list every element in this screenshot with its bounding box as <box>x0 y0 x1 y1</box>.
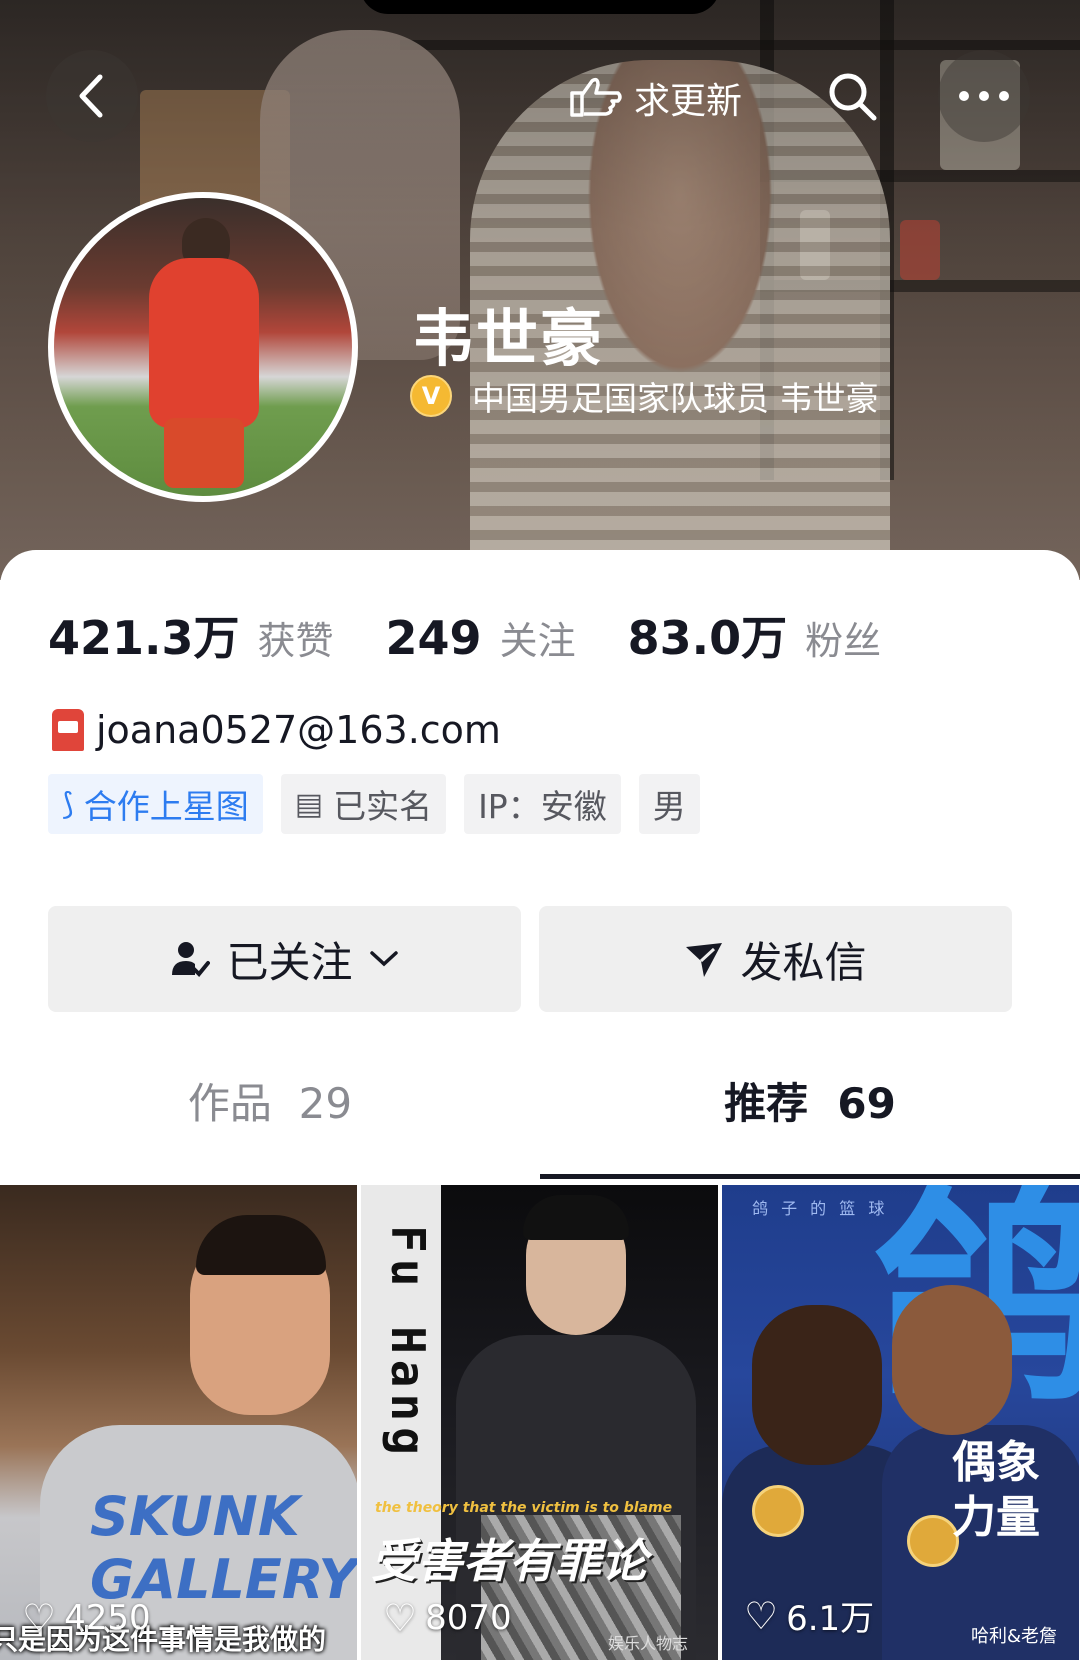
video-top-text: 鸽 子 的 篮 球 <box>752 1199 889 1218</box>
chevron-down-icon <box>369 951 398 967</box>
tab-recommend-count: 69 <box>837 1079 896 1128</box>
video-card[interactable]: Fu Hang the theory that the victim is to… <box>361 1185 718 1660</box>
more-horizontal-icon <box>959 91 1009 101</box>
video-vertical-text: 偶象力量 <box>952 1437 1040 1543</box>
verified-badge-icon: V <box>410 375 452 417</box>
video-grid: SKUNK GALLERY 只是因为这件事情是我做的 ♡ 4250 Fu Han… <box>0 1185 1080 1660</box>
ip-label: IP：安徽 <box>478 787 607 826</box>
heart-icon: ♡ <box>744 1593 779 1638</box>
followers-count[interactable]: 83.0万 <box>628 602 788 668</box>
content-tabs: 作品 29 推荐 69 <box>0 1070 1080 1136</box>
avatar[interactable] <box>48 192 358 502</box>
followed-label: 已关注 <box>226 937 353 987</box>
video-likes: ♡ 6.1万 <box>744 1591 874 1640</box>
more-button[interactable] <box>938 50 1030 142</box>
search-button[interactable] <box>806 50 898 142</box>
video-likes-count: 6.1万 <box>786 1599 875 1639</box>
back-button[interactable] <box>46 50 138 142</box>
video-likes-count: 8070 <box>425 1598 512 1638</box>
mailbox-icon <box>52 709 84 751</box>
video-credit: 哈利&老詹 <box>970 1626 1057 1647</box>
likes-label: 获赞 <box>257 619 334 663</box>
send-icon <box>686 943 723 977</box>
tab-works[interactable]: 作品 29 <box>0 1070 540 1131</box>
tab-works-count: 29 <box>298 1079 353 1128</box>
followed-button[interactable]: 已关注 <box>48 906 521 1012</box>
gender-tag: 男 <box>638 774 700 834</box>
shirt-print-text: SKUNK GALLERY <box>90 1485 357 1611</box>
video-caption: the theory that the victim is to blame <box>375 1500 673 1516</box>
video-card[interactable]: 鸽 子 的 篮 球 鸽 偶象力量 哈利&老詹 ♡ 6.1万 <box>722 1185 1079 1660</box>
chevron-left-icon <box>79 74 103 118</box>
video-likes-count: 4250 <box>64 1598 151 1638</box>
video-likes: ♡ 4250 <box>22 1596 151 1640</box>
action-buttons: 已关注 发私信 <box>48 906 1030 1012</box>
following-count[interactable]: 249 <box>386 611 482 665</box>
real-name-label: 已实名 <box>333 787 433 826</box>
request-update-button[interactable]: 求更新 <box>550 62 760 134</box>
star-map-tag[interactable]: ⟆ 合作上星图 <box>48 774 263 834</box>
profile-tags: ⟆ 合作上星图 ▤ 已实名 IP：安徽 男 <box>48 774 718 834</box>
video-footer: 娱乐人物志 <box>607 1634 688 1653</box>
verification-text: 中国男足国家队球员 韦世豪 <box>472 379 879 418</box>
gender-label: 男 <box>652 787 686 826</box>
following-label[interactable]: 关注 <box>500 610 576 665</box>
email-text: joana0527@163.com <box>96 708 501 752</box>
search-icon <box>829 73 877 121</box>
send-message-button[interactable]: 发私信 <box>539 906 1012 1012</box>
star-map-icon: ⟆ <box>62 786 74 822</box>
verification-line: V 中国男足国家队球员 韦世豪 <box>410 372 879 420</box>
profile-name: 韦世豪 <box>412 302 605 375</box>
video-title: 受害者有罪论 <box>371 1534 647 1588</box>
video-likes: ♡ 8070 <box>383 1596 512 1640</box>
video-vertical-text: Fu Hang <box>381 1225 435 1461</box>
video-card[interactable]: SKUNK GALLERY 只是因为这件事情是我做的 ♡ 4250 <box>0 1185 357 1660</box>
send-message-label: 发私信 <box>740 937 867 987</box>
active-tab-indicator <box>540 1174 1080 1179</box>
heart-icon: ♡ <box>22 1596 57 1640</box>
heart-icon: ♡ <box>383 1596 418 1640</box>
device-notch <box>360 0 720 14</box>
ip-tag: IP：安徽 <box>464 774 621 834</box>
email-line: joana0527@163.com <box>52 708 501 752</box>
stats-row: 421.3万 获赞 249 关注 83.0万 粉丝 <box>48 602 933 668</box>
pointing-hand-icon <box>570 77 622 117</box>
likes-count: 421.3万 <box>48 611 240 665</box>
user-check-icon <box>172 942 211 977</box>
tab-recommend[interactable]: 推荐 69 <box>540 1070 1080 1131</box>
followers-label[interactable]: 粉丝 <box>805 610 881 665</box>
id-card-icon: ▤ <box>294 786 324 822</box>
real-name-tag: ▤ 已实名 <box>280 774 447 834</box>
request-update-label: 求更新 <box>634 81 743 122</box>
tab-recommend-label: 推荐 <box>724 1079 809 1128</box>
tab-works-label: 作品 <box>187 1079 272 1128</box>
star-map-label: 合作上星图 <box>83 787 249 826</box>
